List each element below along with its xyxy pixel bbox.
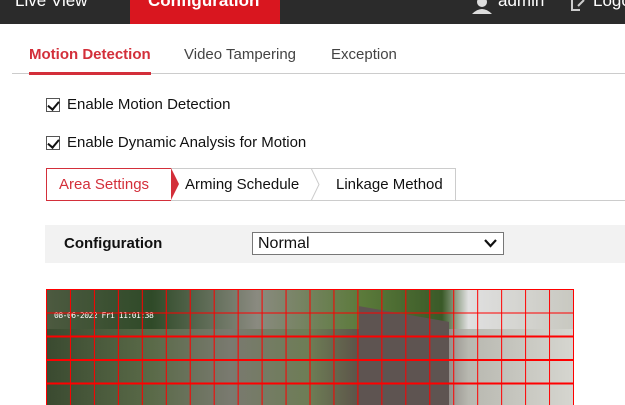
tab-video-tampering[interactable]: Video Tampering	[184, 46, 296, 63]
step-arming-schedule[interactable]: Arming Schedule	[171, 168, 311, 201]
nav-configuration-label: Configuration	[148, 0, 260, 10]
detection-tabs: Motion Detection Video Tampering Excepti…	[12, 38, 625, 75]
top-navigation-bar: Live View Configuration admin Logout	[0, 0, 625, 24]
chevron-down-icon	[484, 239, 497, 248]
checkbox-label: Enable Motion Detection	[67, 96, 231, 113]
checkbox-label: Enable Dynamic Analysis for Motion	[67, 134, 307, 151]
enable-dynamic-analysis-checkbox[interactable]: Enable Dynamic Analysis for Motion	[46, 134, 306, 151]
checkbox-checked-icon[interactable]	[46, 135, 60, 150]
enable-motion-detection-checkbox[interactable]: Enable Motion Detection	[46, 96, 230, 113]
user-name[interactable]: admin	[498, 0, 544, 11]
nav-live-view[interactable]: Live View	[15, 0, 87, 11]
configuration-row: Configuration Normal	[45, 225, 625, 263]
step-label: Area Settings	[59, 176, 150, 193]
user-icon	[472, 0, 492, 14]
step-label: Linkage Method	[336, 176, 443, 193]
step-label: Arming Schedule	[185, 176, 300, 193]
configuration-label: Configuration	[64, 235, 163, 252]
nav-configuration[interactable]: Configuration	[130, 0, 280, 24]
configuration-value: Normal	[258, 235, 310, 252]
tab-exception[interactable]: Exception	[331, 46, 397, 63]
motion-area-grid[interactable]	[46, 289, 574, 405]
step-area-settings[interactable]: Area Settings	[46, 168, 179, 201]
step-chevron-icon	[311, 168, 320, 201]
video-preview[interactable]: 08-06-2022 Fri 11:01:38	[46, 289, 574, 405]
logout-icon[interactable]	[570, 0, 586, 12]
tab-motion-detection[interactable]: Motion Detection	[29, 46, 151, 75]
configuration-select[interactable]: Normal	[252, 232, 504, 255]
step-linkage-method[interactable]: Linkage Method	[311, 168, 456, 201]
checkbox-checked-icon[interactable]	[46, 97, 60, 112]
logout-link[interactable]: Logout	[593, 0, 625, 11]
settings-steps: Arming Schedule Linkage Method Area Sett…	[46, 168, 625, 201]
